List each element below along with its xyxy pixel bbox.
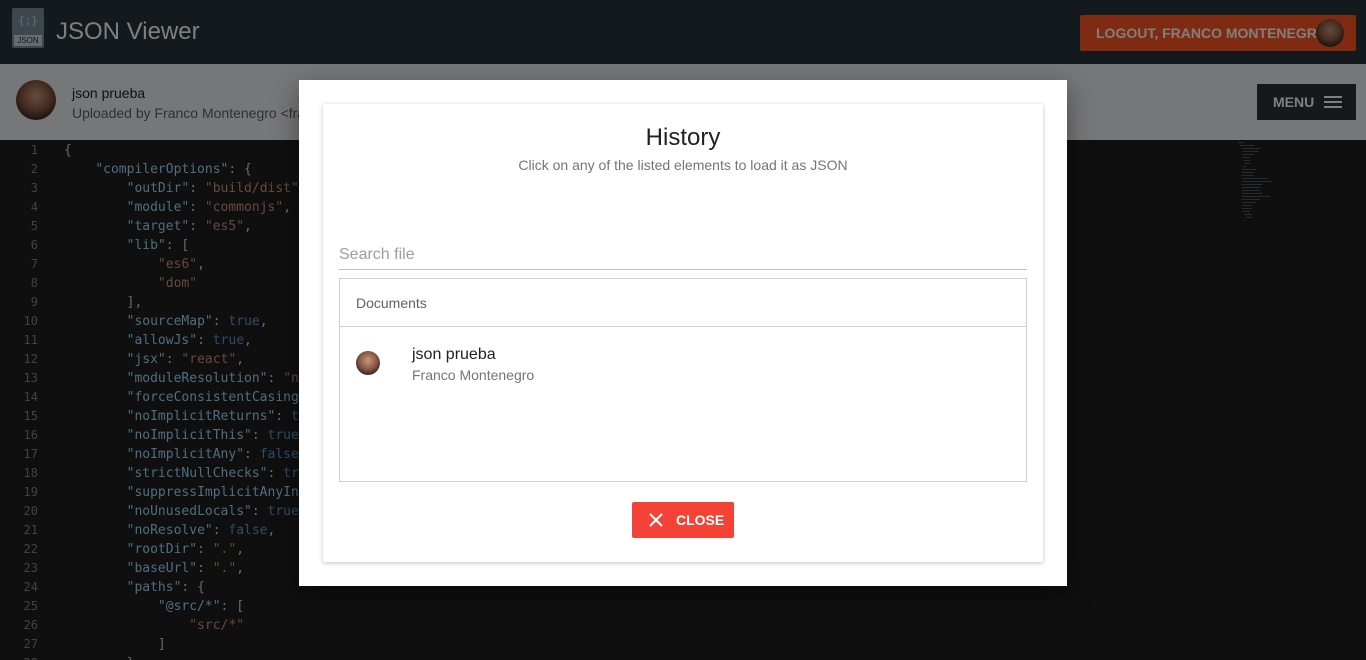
list-item[interactable]: json prueba Franco Montenegro [340, 327, 1026, 399]
history-dialog: History Click on any of the listed eleme… [299, 80, 1067, 586]
history-card: History Click on any of the listed eleme… [323, 104, 1043, 562]
list-header: Documents [340, 279, 1026, 327]
search-input[interactable] [339, 240, 1027, 270]
item-title: json prueba [412, 346, 496, 363]
close-button[interactable]: CLOSE [632, 502, 734, 538]
close-label: CLOSE [676, 512, 725, 528]
dialog-title: History [645, 124, 721, 151]
dialog-subtitle: Click on any of the listed elements to l… [518, 157, 848, 173]
item-avatar [356, 351, 380, 375]
documents-list: Documents json prueba Franco Montenegro [339, 278, 1027, 482]
close-icon [649, 513, 663, 527]
item-subtitle: Franco Montenegro [412, 367, 535, 383]
